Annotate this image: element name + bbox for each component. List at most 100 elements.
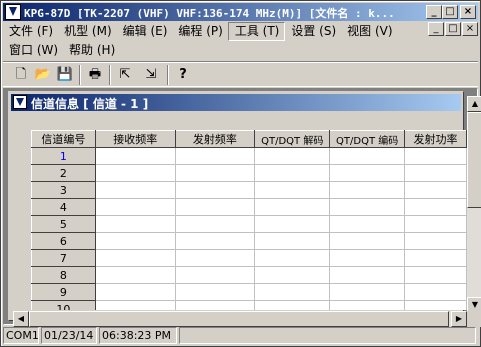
grid-cell[interactable] (254, 147, 331, 165)
menu-settings[interactable]: 设置 (S) (285, 22, 341, 41)
grid-cell[interactable] (174, 198, 256, 216)
table-row[interactable]: 4 (31, 198, 467, 216)
row-header-channel-number[interactable]: 2 (31, 164, 96, 182)
write-radio-icon[interactable]: ⇲ (141, 65, 161, 85)
scroll-left-icon[interactable]: ◀ (13, 311, 29, 327)
row-header-channel-number[interactable]: 10 (31, 300, 96, 310)
mdi-close-button[interactable]: × (462, 22, 478, 36)
menu-model[interactable]: 机型 (M) (58, 22, 117, 41)
mdi-minimize-button[interactable]: _ (428, 22, 444, 36)
grid-cell[interactable] (174, 300, 256, 310)
row-header-channel-number[interactable]: 5 (31, 215, 96, 233)
grid-cell[interactable] (404, 232, 467, 250)
row-header-channel-number[interactable]: 4 (31, 198, 96, 216)
save-icon[interactable]: 💾 (55, 65, 75, 85)
grid-cell[interactable] (254, 283, 331, 301)
grid-cell[interactable] (404, 215, 467, 233)
grid-cell[interactable] (329, 147, 406, 165)
grid-cell[interactable] (404, 300, 467, 310)
grid-cell[interactable] (254, 215, 331, 233)
grid-cell[interactable] (94, 283, 176, 301)
grid-cell[interactable] (94, 266, 176, 284)
title-bar[interactable]: KPG-87D [TK-2207 (VHF) VHF:136-174 MHz(M… (3, 3, 478, 21)
row-header-channel-number[interactable]: 8 (31, 266, 96, 284)
grid-cell[interactable] (174, 232, 256, 250)
grid-cell[interactable] (174, 164, 256, 182)
table-row[interactable]: 8 (31, 266, 467, 284)
column-header-channel-no[interactable]: 信道编号 (31, 130, 96, 148)
grid-cell[interactable] (404, 181, 467, 199)
menu-window[interactable]: 窗口 (W) (3, 41, 63, 60)
grid-cell[interactable] (174, 215, 256, 233)
new-file-icon[interactable]: 🗋 (11, 65, 31, 85)
grid-cell[interactable] (174, 181, 256, 199)
menu-view[interactable]: 视图 (V) (341, 22, 397, 41)
grid-cell[interactable] (94, 147, 176, 165)
row-header-channel-number[interactable]: 1 (31, 147, 96, 165)
grid-cell[interactable] (329, 198, 406, 216)
grid-cell[interactable] (329, 300, 406, 310)
grid-cell[interactable] (254, 164, 331, 182)
row-header-channel-number[interactable]: 7 (31, 249, 96, 267)
grid-cell[interactable] (94, 215, 176, 233)
grid-cell[interactable] (254, 266, 331, 284)
read-radio-icon[interactable]: ⇱ (115, 65, 135, 85)
grid-cell[interactable] (404, 249, 467, 267)
grid-cell[interactable] (254, 198, 331, 216)
column-header-tx-freq[interactable]: 发射频率 (174, 130, 256, 148)
grid-cell[interactable] (404, 164, 467, 182)
scroll-up-icon[interactable]: ▲ (467, 96, 481, 112)
open-folder-icon[interactable]: 📂 (33, 65, 53, 85)
grid-cell[interactable] (404, 147, 467, 165)
menu-file[interactable]: 文件 (F) (3, 22, 58, 41)
grid-cell[interactable] (174, 249, 256, 267)
grid-cell[interactable] (329, 215, 406, 233)
table-row[interactable]: 10 (31, 300, 467, 310)
column-header-tx-power[interactable]: 发射功率 (404, 130, 467, 148)
table-row[interactable]: 7 (31, 249, 467, 267)
horizontal-scroll-thumb[interactable] (29, 311, 449, 327)
menu-edit[interactable]: 编辑 (E) (117, 22, 173, 41)
menu-tools[interactable]: 工具 (T) (227, 22, 286, 41)
row-header-channel-number[interactable]: 3 (31, 181, 96, 199)
grid-cell[interactable] (94, 300, 176, 310)
table-row[interactable]: 3 (31, 181, 467, 199)
mdi-restore-button[interactable]: □ (445, 22, 461, 36)
grid-cell[interactable] (254, 300, 331, 310)
grid-cell[interactable] (94, 164, 176, 182)
grid-cell[interactable] (329, 164, 406, 182)
column-header-qt-encode[interactable]: QT/DQT 编码 (329, 130, 406, 148)
vertical-scrollbar[interactable]: ▲ ▼ (467, 96, 481, 313)
grid-cell[interactable] (329, 232, 406, 250)
grid-cell[interactable] (329, 266, 406, 284)
grid-cell[interactable] (94, 181, 176, 199)
table-row[interactable]: 1 (31, 147, 467, 165)
grid-cell[interactable] (254, 232, 331, 250)
grid-cell[interactable] (329, 249, 406, 267)
table-row[interactable]: 2 (31, 164, 467, 182)
menu-program[interactable]: 编程 (P) (172, 22, 227, 41)
grid-cell[interactable] (94, 198, 176, 216)
grid-cell[interactable] (254, 249, 331, 267)
grid-cell[interactable] (94, 249, 176, 267)
row-header-channel-number[interactable]: 9 (31, 283, 96, 301)
grid-cell[interactable] (404, 266, 467, 284)
column-header-rx-freq[interactable]: 接收频率 (94, 130, 176, 148)
vertical-scroll-thumb[interactable] (467, 112, 481, 208)
table-row[interactable]: 5 (31, 215, 467, 233)
minimize-button[interactable]: _ (426, 5, 442, 19)
horizontal-scrollbar[interactable]: ◀ ▶ (13, 311, 467, 327)
grid-cell[interactable] (404, 283, 467, 301)
maximize-button[interactable]: □ (442, 5, 458, 19)
grid-cell[interactable] (174, 266, 256, 284)
close-button[interactable]: × (460, 5, 476, 19)
channel-info-title-bar[interactable]: 信道信息 [ 信道 - 1 ] (11, 94, 461, 111)
menu-help[interactable]: 帮助 (H) (63, 41, 120, 60)
help-icon[interactable]: ? (173, 65, 193, 85)
grid-cell[interactable] (174, 147, 256, 165)
row-header-channel-number[interactable]: 6 (31, 232, 96, 250)
grid-cell[interactable] (404, 198, 467, 216)
grid-cell[interactable] (329, 283, 406, 301)
scroll-right-icon[interactable]: ▶ (451, 311, 467, 327)
print-icon[interactable]: 🖶 (85, 65, 105, 85)
